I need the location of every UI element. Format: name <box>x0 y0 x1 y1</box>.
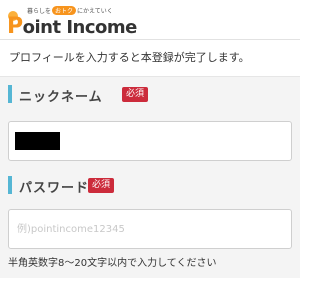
required-badge: 必須 <box>88 178 115 193</box>
redacted-nickname-value <box>15 132 60 150</box>
password-hint: 半角英数字8〜20文字以内で入力してください <box>0 254 300 278</box>
password-input[interactable] <box>8 209 292 249</box>
nickname-section-header: ニックネーム 必須 <box>0 77 300 115</box>
logo-wordmark: Point Income <box>7 14 137 39</box>
password-section-header: パスワード 必須 <box>0 168 300 206</box>
password-label: パスワード <box>19 181 90 196</box>
password-field-wrap <box>0 206 300 254</box>
nickname-label: ニックネーム <box>19 90 103 105</box>
point-income-logo[interactable]: 暮らしを おトク にかえていく Point Income <box>7 3 207 39</box>
required-badge: 必須 <box>122 87 149 102</box>
nickname-field-wrap <box>0 115 300 168</box>
intro-text: プロフィールを入力すると本登録が完了します。 <box>0 40 300 77</box>
section-accent-bar <box>8 176 12 194</box>
section-accent-bar <box>8 85 12 103</box>
header: 暮らしを おトク にかえていく Point Income <box>0 0 300 40</box>
nickname-input[interactable] <box>8 121 292 161</box>
